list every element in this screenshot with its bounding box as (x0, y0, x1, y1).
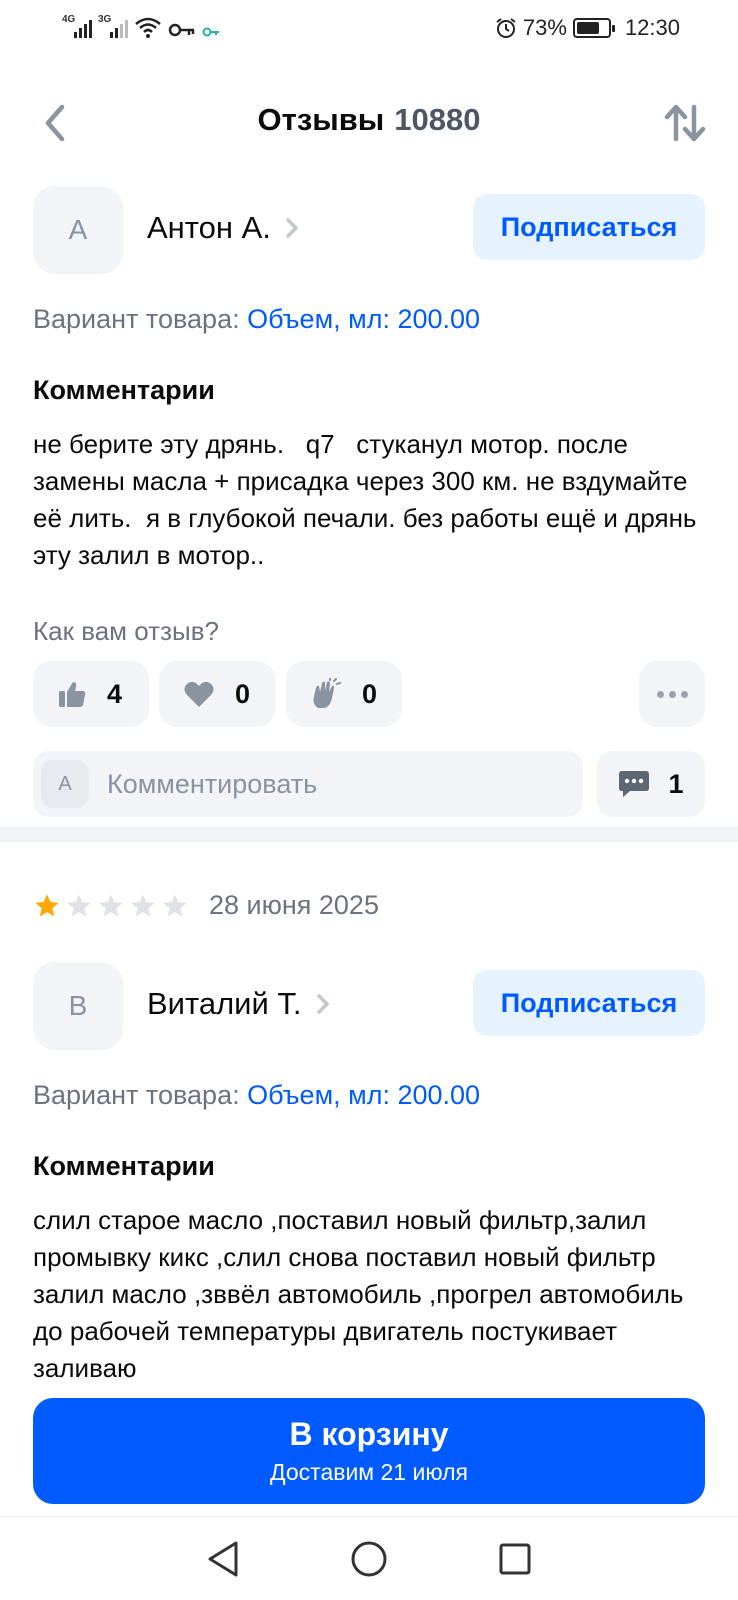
header: Отзывы 10880 (0, 80, 738, 166)
sort-icon (664, 104, 706, 142)
status-bar: 4G 3G 73% 12:30 (0, 0, 738, 60)
comment-placeholder: Комментировать (107, 768, 318, 799)
author-link[interactable]: Виталий Т. (147, 986, 330, 1022)
hearts-count: 0 (235, 678, 251, 709)
subscribe-button[interactable]: Подписаться (473, 194, 705, 260)
feedback-prompt: Как вам отзыв? (33, 616, 219, 646)
battery-icon (572, 18, 615, 38)
system-nav-bar (0, 1516, 738, 1600)
square-recents-icon (499, 1543, 531, 1574)
review-text: не берите эту дрянь. q7 стуканул мотор. … (33, 429, 704, 570)
rating-row: 28 июня 2025 (33, 890, 379, 921)
star-icon (67, 893, 91, 916)
heart-button[interactable]: 0 (159, 661, 275, 727)
reactions-row: 4 0 0 (33, 661, 705, 727)
add-to-cart-button[interactable]: В корзину Доставим 21 июля (33, 1398, 705, 1504)
delivery-date: Доставим 21 июля (270, 1459, 468, 1485)
comments-button[interactable]: 1 (597, 751, 705, 817)
review-card: А Антон А. Подписаться Вариант товара: О… (33, 186, 705, 817)
heart-icon (184, 681, 214, 707)
star-icon (35, 893, 59, 916)
variant-label: Вариант товара: (33, 304, 240, 334)
variant-value[interactable]: Объем, мл: 200.00 (247, 304, 480, 334)
triangle-back-icon (208, 1541, 238, 1576)
review-card: В Виталий Т. Подписаться Вариант товара:… (33, 962, 705, 1387)
clap-icon (313, 678, 341, 708)
review-date: 28 июня 2025 (209, 890, 379, 920)
star-icon (99, 893, 123, 916)
claps-count: 0 (362, 678, 378, 709)
review-author-row: В Виталий Т. Подписаться (33, 962, 705, 1052)
comment-row: А Комментировать 1 (33, 751, 705, 817)
clap-button[interactable]: 0 (286, 661, 402, 727)
reviews-count: 10880 (394, 102, 481, 137)
review-author-row: А Антон А. Подписаться (33, 186, 705, 276)
vpn-key-icon (202, 27, 219, 37)
page-title: Отзывы 10880 (0, 102, 738, 138)
comments-heading: Комментарии (33, 1151, 215, 1181)
product-variant: Вариант товара: Объем, мл: 200.00 (33, 1080, 705, 1111)
comment-bubble-icon (619, 771, 650, 797)
signal-icon-2: 3G (98, 14, 128, 38)
avatar[interactable]: В (33, 962, 123, 1050)
status-right: 73% 12:30 (495, 15, 680, 41)
review-text: слил старое масло ,поставил новый фильтр… (33, 1205, 684, 1383)
subscribe-button[interactable]: Подписаться (473, 970, 705, 1036)
sort-button[interactable] (660, 98, 710, 148)
comment-input[interactable]: А Комментировать (33, 751, 583, 817)
comments-heading: Комментарии (33, 375, 215, 405)
variant-value[interactable]: Объем, мл: 200.00 (247, 1080, 480, 1110)
page-title-text: Отзывы (257, 102, 385, 137)
comments-count: 1 (668, 768, 684, 799)
more-options-button[interactable] (639, 661, 705, 727)
clock: 12:30 (624, 15, 680, 40)
likes-count: 4 (107, 678, 123, 709)
nav-recents-button[interactable] (490, 1534, 540, 1584)
author-name: Виталий Т. (147, 986, 302, 1021)
more-dots-icon (656, 690, 688, 698)
chevron-right-icon (286, 218, 298, 238)
like-button[interactable]: 4 (33, 661, 149, 727)
status-left: 4G 3G (62, 14, 220, 38)
my-avatar: А (41, 760, 89, 808)
star-icon (163, 893, 187, 916)
variant-label: Вариант товара: (33, 1080, 240, 1110)
nav-back-button[interactable] (198, 1534, 248, 1584)
star-rating (33, 892, 189, 920)
author-name: Антон А. (147, 210, 271, 245)
circle-home-icon (351, 1541, 387, 1576)
chevron-right-icon (316, 994, 329, 1014)
divider (0, 826, 738, 842)
signal-icon: 4G (62, 14, 92, 38)
key-icon (168, 23, 195, 37)
nav-home-button[interactable] (344, 1534, 394, 1584)
alarm-icon (496, 18, 516, 38)
wifi-icon (135, 17, 161, 38)
avatar[interactable]: А (33, 186, 123, 274)
star-icon (131, 893, 155, 916)
cart-label: В корзину (289, 1416, 449, 1452)
thumbs-up-icon (59, 682, 86, 707)
product-variant: Вариант товара: Объем, мл: 200.00 (33, 304, 705, 335)
battery-percent: 73% (522, 15, 567, 40)
author-link[interactable]: Антон А. (147, 210, 299, 246)
